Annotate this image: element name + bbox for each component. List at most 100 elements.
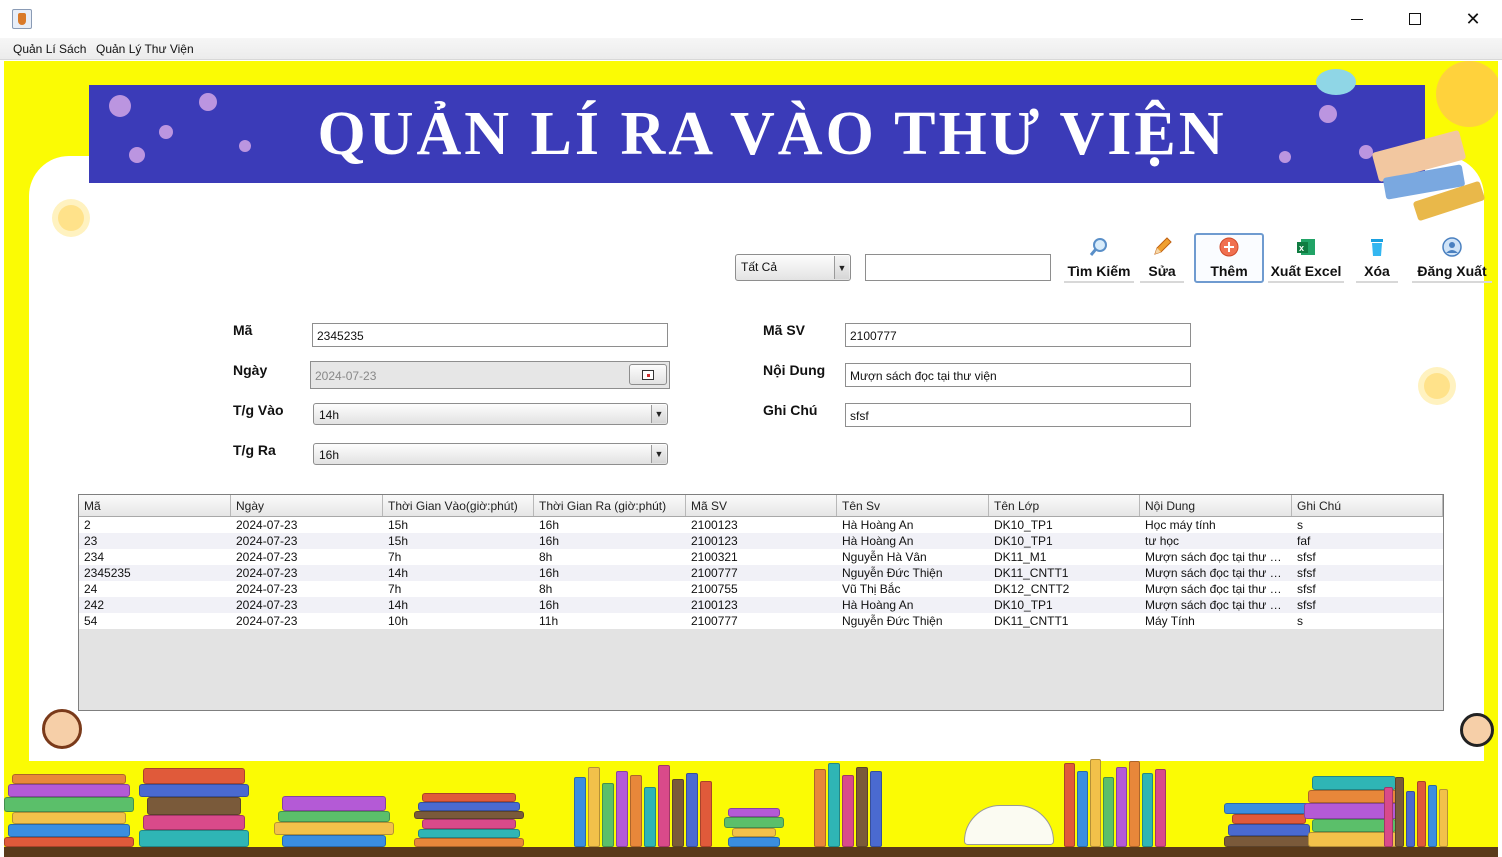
book-icon [1417,781,1426,847]
records-table[interactable]: Mã Ngày Thời Gian Vào(giờ:phút) Thời Gian R… [78,494,1444,711]
book-icon [418,829,520,838]
table-cell: sfsf [1297,598,1316,612]
maximize-button[interactable] [1386,0,1444,38]
table-cell: 14h [388,598,409,612]
book-icon [12,774,126,784]
book-icon [828,763,840,847]
table-row[interactable]: 242 2024-07-23 14h 16h 2100123 Hà Hoàng An DK1… [79,597,1443,613]
ghichu-input[interactable]: sfsf [845,403,1191,427]
trash-icon [1366,236,1388,258]
table-cell: 2024-07-23 [236,518,298,532]
column-header[interactable]: Tên Sv [837,495,989,516]
column-header[interactable]: Mã [79,495,231,516]
table-cell: Nguyễn Đức Thiện [842,566,943,580]
book-icon [1406,791,1415,847]
column-header[interactable]: Ngày [231,495,383,516]
ghichu-label: Ghi Chú [763,402,818,418]
flower-icon [1424,373,1450,399]
book-icon [574,777,586,847]
book-icon [1439,789,1448,847]
table-cell: 16h [539,598,560,612]
chevron-down-icon[interactable]: ▼ [651,445,666,463]
book-icon [1228,824,1310,836]
excel-icon: x [1295,236,1317,258]
shelf-floor [4,847,1498,857]
table-row[interactable]: 24 2024-07-23 7h 8h 2100755 Vũ Thị Bắc DK12_CN… [79,581,1443,597]
column-header[interactable]: Ghi Chú [1292,495,1443,516]
table-cell: tư học [1145,534,1180,548]
table-cell: DK10_TP1 [994,534,1053,548]
table-cell: 16h [539,518,560,532]
table-cell: 23 [84,534,98,548]
table-row[interactable]: 23 2024-07-23 15h 16h 2100123 Hà Hoàng An DK10… [79,533,1443,549]
ma-input[interactable]: 2345235 [312,323,668,347]
noidung-input[interactable]: Mượn sách đọc tại thư viện [845,363,1191,387]
book-icon [686,773,698,847]
tgra-combobox[interactable]: 16h ▼ [313,443,668,465]
sun-icon [1436,61,1498,127]
table-cell: sfsf [1297,566,1316,580]
table-row[interactable]: 234 2024-07-23 7h 8h 2100321 Nguyễn Hà Vân DK1… [79,549,1443,565]
column-header[interactable]: Thời Gian Ra (giờ:phút) [534,495,686,516]
minimize-icon [1351,18,1363,20]
book-icon [1155,769,1166,847]
delete-button-label: Xóa [1364,263,1390,279]
filter-combobox[interactable]: Tất Cả ▼ [735,254,851,281]
table-cell: 14h [388,566,409,580]
table-cell: DK10_TP1 [994,518,1053,532]
magnifier-icon [1088,236,1110,258]
table-cell: Hà Hoàng An [842,534,914,548]
masv-label: Mã SV [763,322,806,338]
ngay-date-field[interactable]: 2024-07-23 [310,361,670,389]
book-icon [143,768,245,784]
table-cell: 242 [84,598,105,612]
tgvao-combobox[interactable]: 14h ▼ [313,403,668,425]
calendar-button[interactable] [629,364,667,385]
reading-girl-icon [42,709,82,749]
column-header[interactable]: Tên Lớp [989,495,1140,516]
chevron-down-icon[interactable]: ▼ [834,256,849,279]
close-button[interactable]: ✕ [1444,0,1502,38]
table-row[interactable]: 2 2024-07-23 15h 16h 2100123 Hà Hoàng An DK10_… [79,517,1443,533]
table-cell: 234 [84,550,105,564]
table-cell: 2100777 [691,566,738,580]
table-cell: 2100755 [691,582,738,596]
search-button[interactable]: Tìm Kiếm [1064,233,1134,283]
table-row[interactable]: 54 2024-07-23 10h 11h 2100777 Nguyễn Đức Thiệ… [79,613,1443,629]
table-cell: DK11_CNTT1 [994,566,1069,580]
ngay-label: Ngày [233,362,268,378]
add-button[interactable]: Thêm [1194,233,1264,283]
book-icon [1384,787,1393,847]
book-icon [1116,767,1127,847]
book-icon [414,838,524,847]
chevron-down-icon[interactable]: ▼ [651,405,666,423]
edit-button[interactable]: Sửa [1140,233,1184,283]
table-cell: s [1297,614,1303,628]
table-cell: DK11_CNTT1 [994,614,1069,628]
column-header[interactable]: Mã SV [686,495,837,516]
column-header[interactable]: Thời Gian Vào(giờ:phút) [383,495,534,516]
delete-button[interactable]: Xóa [1356,233,1398,283]
export-excel-button[interactable]: x Xuất Excel [1268,233,1344,283]
search-input[interactable] [865,254,1051,281]
table-cell: 8h [539,582,553,596]
masv-input[interactable]: 2100777 [845,323,1191,347]
book-icon [644,787,656,847]
table-header: Mã Ngày Thời Gian Vào(giờ:phút) Thời Gian R… [79,495,1443,517]
tgvao-value: 14h [319,408,340,422]
minimize-button[interactable] [1328,0,1386,38]
table-cell: 2024-07-23 [236,598,298,612]
svg-text:x: x [1299,243,1304,253]
book-icon [672,779,684,847]
book-icon [700,781,712,847]
book-icon [1224,836,1314,847]
close-icon: ✕ [1465,8,1481,29]
table-cell: 54 [84,614,98,628]
menu-quan-ly-thu-vien[interactable]: Quản Lý Thư Viện [96,42,194,56]
menu-quan-li-sach[interactable]: Quản Lí Sách [13,42,86,56]
logout-button[interactable]: Đăng Xuất [1412,233,1492,283]
table-cell: 16h [539,534,560,548]
table-row[interactable]: 2345235 2024-07-23 14h 16h 2100777 Nguyễn Đức… [79,565,1443,581]
column-header[interactable]: Nội Dung [1140,495,1292,516]
table-cell: 2024-07-23 [236,614,298,628]
